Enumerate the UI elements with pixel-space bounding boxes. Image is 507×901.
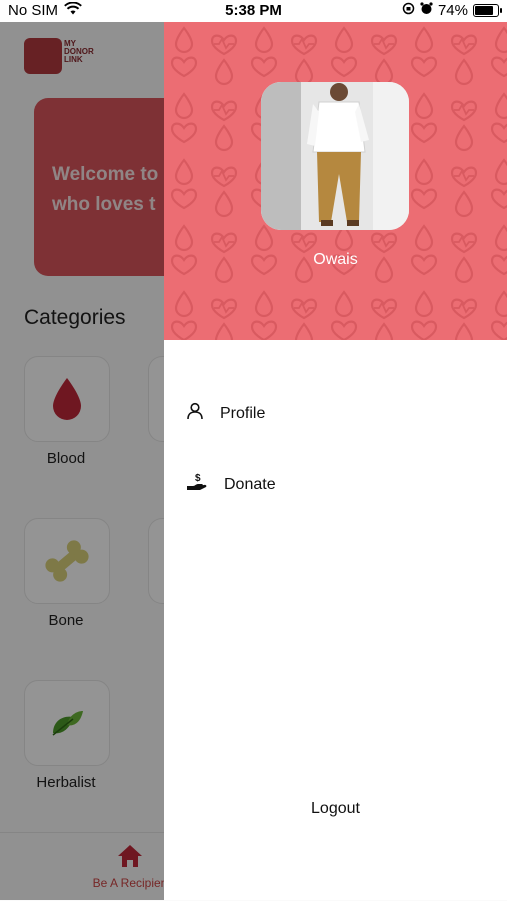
alarm-icon [420,2,433,19]
battery-percent: 74% [437,2,468,19]
user-name: Owais [313,251,358,268]
drawer-header: Owais [164,22,507,340]
logout-button[interactable]: Logout [164,800,507,818]
person-icon [186,402,204,425]
menu-label: Profile [220,404,266,422]
battery-icon [473,4,502,17]
donate-hand-icon: $ [186,472,208,497]
status-bar: No SIM 5:38 PM 74% [0,0,507,22]
svg-text:$: $ [195,473,201,484]
menu-label: Donate [224,475,276,493]
menu-item-profile[interactable]: Profile [186,402,265,425]
avatar[interactable] [261,82,409,230]
status-right: 74% [402,2,502,19]
orientation-lock-icon [402,2,415,19]
side-drawer: Owais Profile $ Donate Logout [164,22,507,900]
menu-item-donate[interactable]: $ Donate [186,472,276,497]
